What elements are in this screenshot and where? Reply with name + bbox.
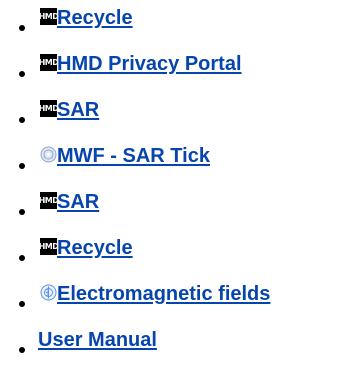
mwf-sar-tick-link[interactable]: MWF - SAR Tick	[57, 144, 210, 168]
list-item: Electromagnetic fields	[0, 278, 361, 324]
link-list: HMD Recycle HMD HMD Privacy Portal HMD S…	[0, 2, 361, 370]
bullet	[19, 255, 25, 261]
user-manual-link[interactable]: User Manual	[38, 328, 157, 352]
list-item: HMD Recycle	[0, 232, 361, 278]
hmd-logo-icon: HMD	[39, 8, 59, 25]
globe-icon	[40, 146, 57, 163]
hmd-logo-icon: HMD	[39, 100, 59, 117]
bullet	[19, 117, 25, 123]
bullet	[19, 71, 25, 77]
bullet	[19, 209, 25, 215]
recycle-link[interactable]: Recycle	[57, 6, 133, 30]
list-item: HMD HMD Privacy Portal	[0, 48, 361, 94]
hmd-logo-icon: HMD	[39, 238, 59, 255]
electromagnetic-fields-link[interactable]: Electromagnetic fields	[57, 282, 270, 306]
bullet	[19, 301, 25, 307]
list-item: User Manual	[0, 324, 361, 370]
hmd-logo-icon: HMD	[39, 192, 59, 209]
hmd-logo-icon: HMD	[39, 54, 59, 71]
list-item: HMD SAR	[0, 94, 361, 140]
hmd-privacy-portal-link[interactable]: HMD Privacy Portal	[57, 52, 242, 76]
hmd-logo-text: HMD	[39, 192, 59, 209]
list-item: HMD SAR	[0, 186, 361, 232]
bullet	[19, 347, 25, 353]
hmd-logo-text: HMD	[39, 54, 59, 71]
recycle-link[interactable]: Recycle	[57, 236, 133, 260]
hmd-logo-text: HMD	[39, 100, 59, 117]
who-emblem-icon	[40, 284, 57, 301]
list-item: MWF - SAR Tick	[0, 140, 361, 186]
list-item: HMD Recycle	[0, 2, 361, 48]
sar-link[interactable]: SAR	[57, 98, 99, 122]
bullet	[19, 25, 25, 31]
hmd-logo-text: HMD	[39, 238, 59, 255]
globe-icon-svg	[40, 146, 57, 163]
hmd-logo-text: HMD	[39, 8, 59, 25]
who-emblem-icon-svg	[40, 284, 57, 301]
bullet	[19, 163, 25, 169]
sar-link[interactable]: SAR	[57, 190, 99, 214]
